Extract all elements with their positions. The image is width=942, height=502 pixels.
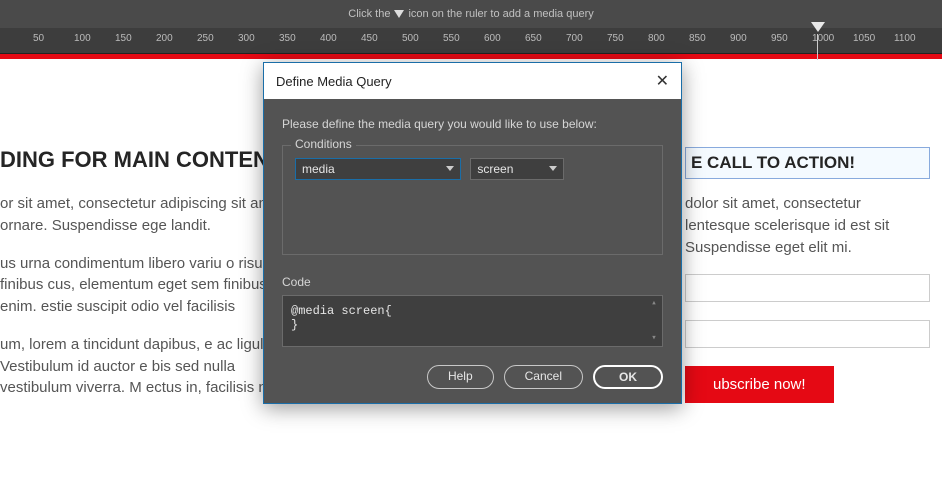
main-heading: DING FOR MAIN CONTENT	[0, 147, 300, 173]
ruler-tick: 850	[689, 33, 706, 44]
chevron-down-icon	[446, 166, 454, 171]
ruler-tick: 100	[74, 33, 91, 44]
ruler-tick: 500	[402, 33, 419, 44]
input-field[interactable]	[685, 274, 930, 302]
ruler-tick: 1000	[812, 33, 834, 44]
paragraph: us urna condimentum libero variu o risus…	[0, 253, 300, 318]
cta-heading: E CALL TO ACTION!	[685, 147, 930, 179]
ruler-tick: 1050	[853, 33, 875, 44]
dialog-title: Define Media Query	[276, 74, 392, 89]
ruler[interactable]: 50 100 150 200 250 300 350 400 450 500 550 600 650 70…	[0, 28, 942, 54]
media-rule-select[interactable]: media	[295, 158, 461, 180]
ruler-tick: 50	[33, 33, 44, 44]
ruler-tick: 1100	[894, 33, 916, 44]
ruler-tick: 750	[607, 33, 624, 44]
code-label: Code	[282, 275, 663, 289]
conditions-legend: Conditions	[291, 137, 356, 151]
hint-after: icon on the ruler to add a media query	[408, 8, 593, 20]
ruler-tick: 150	[115, 33, 132, 44]
media-type-select[interactable]: screen	[470, 158, 564, 180]
scrollbar[interactable]: ▴▾	[648, 299, 660, 343]
hint-before: Click the	[348, 8, 390, 20]
ok-button[interactable]: OK	[593, 365, 663, 389]
dialog-button-row: Help Cancel OK	[282, 365, 663, 389]
select-value: media	[302, 162, 335, 176]
ruler-tick: 650	[525, 33, 542, 44]
chevron-down-icon	[549, 166, 557, 171]
triangle-down-icon	[394, 10, 404, 18]
conditions-fieldset: Conditions media screen	[282, 145, 663, 255]
media-query-marker[interactable]	[811, 22, 825, 32]
help-button[interactable]: Help	[427, 365, 494, 389]
dialog-titlebar: Define Media Query ✕	[264, 63, 681, 99]
code-box[interactable]: @media screen{ }▴▾	[282, 295, 663, 347]
close-icon[interactable]: ✕	[656, 71, 669, 91]
define-media-query-dialog: Define Media Query ✕ Please define the m…	[263, 62, 682, 404]
ruler-tick: 800	[648, 33, 665, 44]
ruler-tick: 300	[238, 33, 255, 44]
subscribe-button[interactable]: ubscribe now!	[685, 366, 834, 403]
code-text: @media screen{ }	[291, 304, 392, 332]
hint-bar: Click the icon on the ruler to add a med…	[0, 0, 942, 28]
scroll-up-icon[interactable]: ▴	[651, 299, 656, 308]
ruler-tick: 700	[566, 33, 583, 44]
paragraph: or sit amet, consectetur adipiscing sit …	[0, 193, 300, 237]
ruler-tick: 200	[156, 33, 173, 44]
ruler-tick: 250	[197, 33, 214, 44]
ruler-tick: 400	[320, 33, 337, 44]
ruler-tick: 450	[361, 33, 378, 44]
ruler-tick: 900	[730, 33, 747, 44]
paragraph: dolor sit amet, consectetur lentesque sc…	[685, 193, 930, 258]
paragraph: um, lorem a tincidunt dapibus, e ac ligu…	[0, 334, 300, 399]
input-field[interactable]	[685, 320, 930, 348]
ruler-tick: 350	[279, 33, 296, 44]
cancel-button[interactable]: Cancel	[504, 365, 583, 389]
scroll-down-icon[interactable]: ▾	[651, 334, 656, 343]
ruler-tick: 600	[484, 33, 501, 44]
dialog-intro: Please define the media query you would …	[282, 117, 663, 131]
ruler-tick: 550	[443, 33, 460, 44]
ruler-tick: 950	[771, 33, 788, 44]
select-value: screen	[477, 162, 513, 176]
